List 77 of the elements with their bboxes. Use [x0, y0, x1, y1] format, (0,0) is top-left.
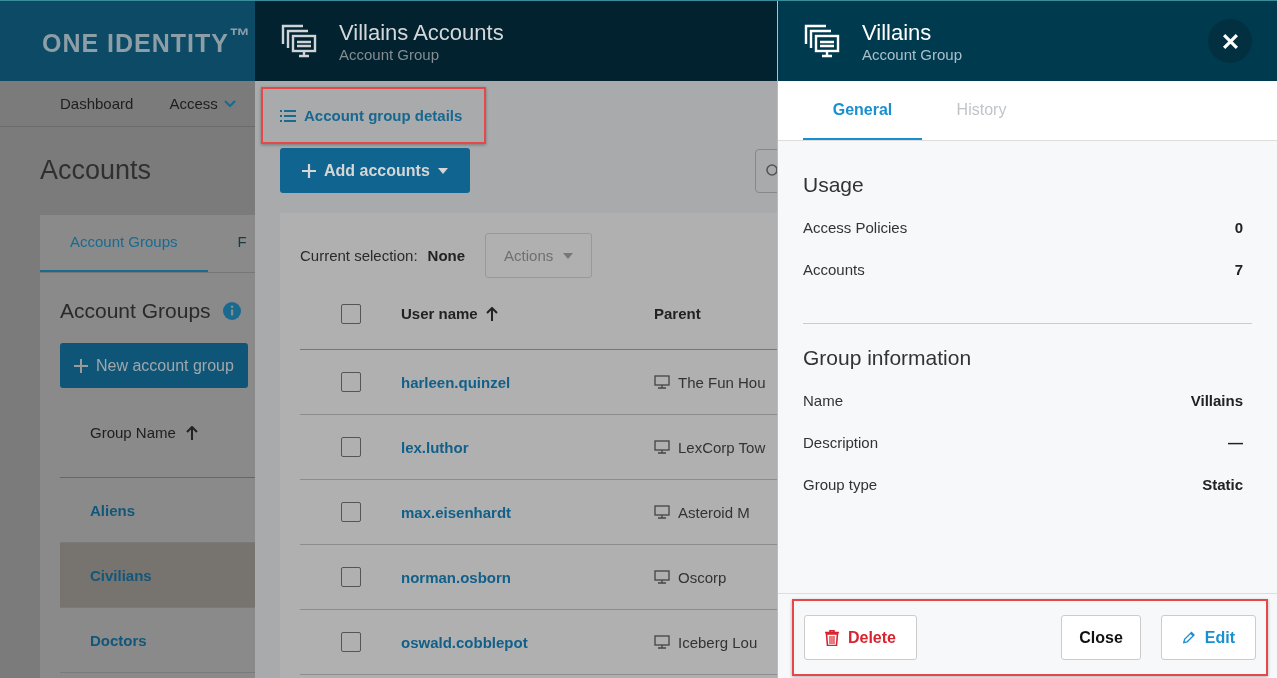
- add-accounts-button[interactable]: Add accounts: [280, 148, 470, 193]
- checkbox[interactable]: [341, 632, 361, 652]
- nav-item[interactable]: Dashboard: [60, 95, 134, 112]
- nav-item[interactable]: Access: [169, 95, 236, 112]
- table-row[interactable]: Civilians: [60, 543, 255, 608]
- details-link[interactable]: Account group details: [280, 107, 463, 124]
- field-label: Access Policies: [803, 219, 908, 236]
- monitor-icon: [654, 375, 670, 389]
- chevron-down-icon: [223, 99, 236, 108]
- field-value: 7: [1234, 261, 1243, 278]
- close-icon: [1221, 32, 1239, 50]
- field-label: Description: [803, 434, 879, 451]
- field-value: Villains: [1190, 392, 1243, 409]
- info-icon: [222, 302, 241, 320]
- field-label: Group type: [803, 476, 878, 493]
- panel-subtitle: Account Group: [339, 45, 441, 63]
- pencil-icon: [1182, 630, 1196, 645]
- section-title: Usage: [803, 173, 865, 197]
- caret-icon: [437, 167, 448, 174]
- tab[interactable]: Account Groups: [40, 215, 208, 272]
- monitors-icon: [281, 24, 317, 58]
- edit-button[interactable]: Edit: [1161, 615, 1256, 660]
- arrow-up-icon: [185, 425, 198, 440]
- group-link[interactable]: Doctors: [90, 631, 147, 649]
- selection-label: Current selection:: [300, 247, 418, 264]
- section-title: Account Groups: [60, 299, 211, 323]
- new-account-group-button[interactable]: New account group: [60, 343, 248, 388]
- trash-icon: [825, 629, 839, 646]
- tab[interactable]: General: [803, 81, 922, 140]
- field-label: Name: [803, 392, 843, 409]
- section-title: Group information: [803, 346, 973, 370]
- monitors-icon: [804, 24, 840, 58]
- group-link[interactable]: Civilians: [90, 566, 152, 584]
- tab[interactable]: History: [922, 81, 1041, 140]
- panel-title: Villains: [862, 19, 933, 46]
- column-header[interactable]: Parent: [654, 305, 701, 322]
- user-link[interactable]: norman.osborn: [401, 568, 654, 586]
- monitor-icon: [654, 570, 670, 584]
- parent-name: Asteroid M: [678, 503, 750, 521]
- user-link[interactable]: harleen.quinzel: [401, 373, 654, 391]
- checkbox[interactable]: [341, 437, 361, 457]
- field-value: —: [1228, 434, 1243, 451]
- checkbox[interactable]: [341, 567, 361, 587]
- panel-title: Villains Accounts: [339, 19, 504, 46]
- checkbox[interactable]: [341, 372, 361, 392]
- logo: ONE IDENTITY$^{™}$: [42, 23, 251, 59]
- plus-icon: [302, 163, 316, 178]
- field-value: Static: [1202, 476, 1243, 493]
- parent-name: The Fun Hou: [678, 373, 766, 391]
- monitor-icon: [654, 635, 670, 649]
- search-icon: [765, 163, 777, 178]
- arrow-up-icon: [485, 306, 498, 321]
- field-label: Accounts: [803, 261, 865, 278]
- plus-icon: [74, 358, 88, 373]
- parent-name: LexCorp Tow: [678, 438, 766, 456]
- delete-button[interactable]: Delete: [804, 615, 917, 660]
- monitor-icon: [654, 440, 670, 454]
- close-button[interactable]: Close: [1061, 615, 1141, 660]
- user-link[interactable]: oswald.cobblepot: [401, 633, 654, 651]
- column-header[interactable]: User name: [401, 305, 478, 322]
- parent-name: Iceberg Lou: [678, 633, 758, 651]
- caret-icon: [563, 252, 574, 259]
- user-link[interactable]: lex.luthor: [401, 438, 654, 456]
- tab[interactable]: F: [207, 215, 255, 272]
- page-title: Accounts: [39, 154, 153, 185]
- column-header[interactable]: Group Name: [90, 424, 176, 441]
- user-link[interactable]: max.eisenhardt: [401, 503, 654, 521]
- parent-name: Oscorp: [678, 568, 727, 586]
- panel-subtitle: Account Group: [862, 45, 963, 63]
- checkbox[interactable]: [341, 303, 361, 324]
- selection-value: None: [427, 247, 466, 264]
- checkbox[interactable]: [341, 502, 361, 522]
- group-link[interactable]: Aliens: [90, 501, 135, 519]
- list-icon: [280, 109, 296, 122]
- close-button[interactable]: [1208, 19, 1252, 63]
- field-value: 0: [1234, 219, 1243, 236]
- monitor-icon: [654, 505, 670, 519]
